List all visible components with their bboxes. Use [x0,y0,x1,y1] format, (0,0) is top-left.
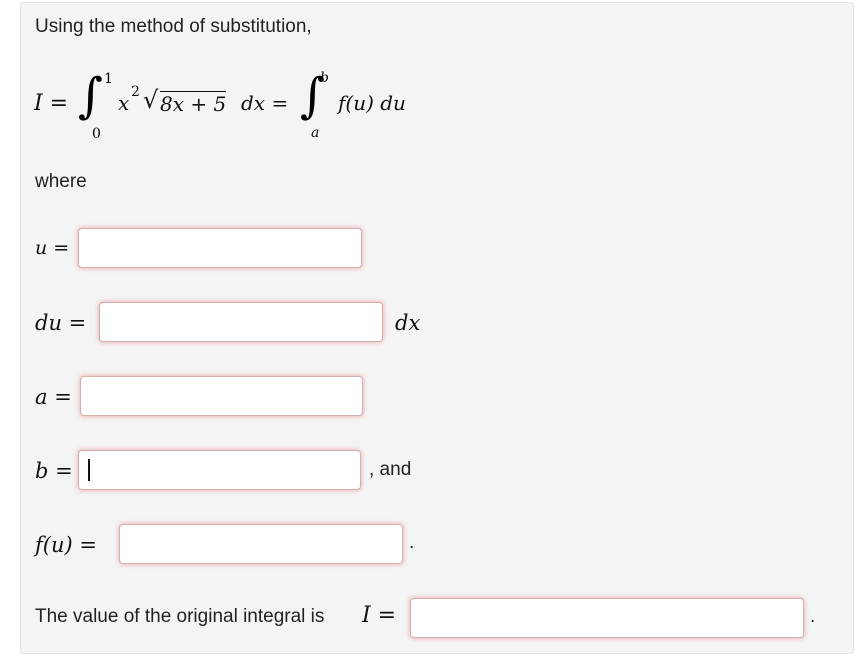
integrand-x: x [118,91,130,115]
f-suffix: . [409,532,415,553]
integral-lower-limit-1: 0 [92,126,101,142]
final-var-label: I = [362,603,397,628]
integral-lower-limit-2: a [311,125,320,141]
a-label: a = [35,385,72,409]
integral-value-input[interactable] [410,598,804,638]
a-input[interactable] [80,376,363,416]
where-text: where [35,171,87,192]
final-suffix: . [810,606,816,627]
radicand: 8x + 5 [160,91,227,116]
text-cursor [88,459,90,481]
f-label: f(u) = [35,533,97,557]
integral-upper-limit-1: 1 [104,71,113,87]
integrand-exponent: 2 [131,84,140,100]
integral-dx: dx = [241,91,289,115]
b-label: b = [35,459,73,483]
integral-lhs: I = [34,91,69,116]
du-label: du = [35,311,87,335]
integral-sign-1: ∫ [78,68,104,124]
integral-rhs-body: f(u) du [338,91,406,115]
u-label: u = [35,237,70,259]
du-input[interactable] [99,302,383,342]
integral-upper-limit-2: b [320,70,329,86]
u-input[interactable] [78,228,362,268]
b-suffix: , and [369,459,412,480]
b-input[interactable] [78,450,361,490]
final-question-text: The value of the original integral is [35,606,325,627]
sqrt-icon: √ [143,86,159,114]
intro-text: Using the method of substitution, [35,16,312,37]
du-suffix: dx [395,311,421,335]
f-input[interactable] [119,524,403,564]
